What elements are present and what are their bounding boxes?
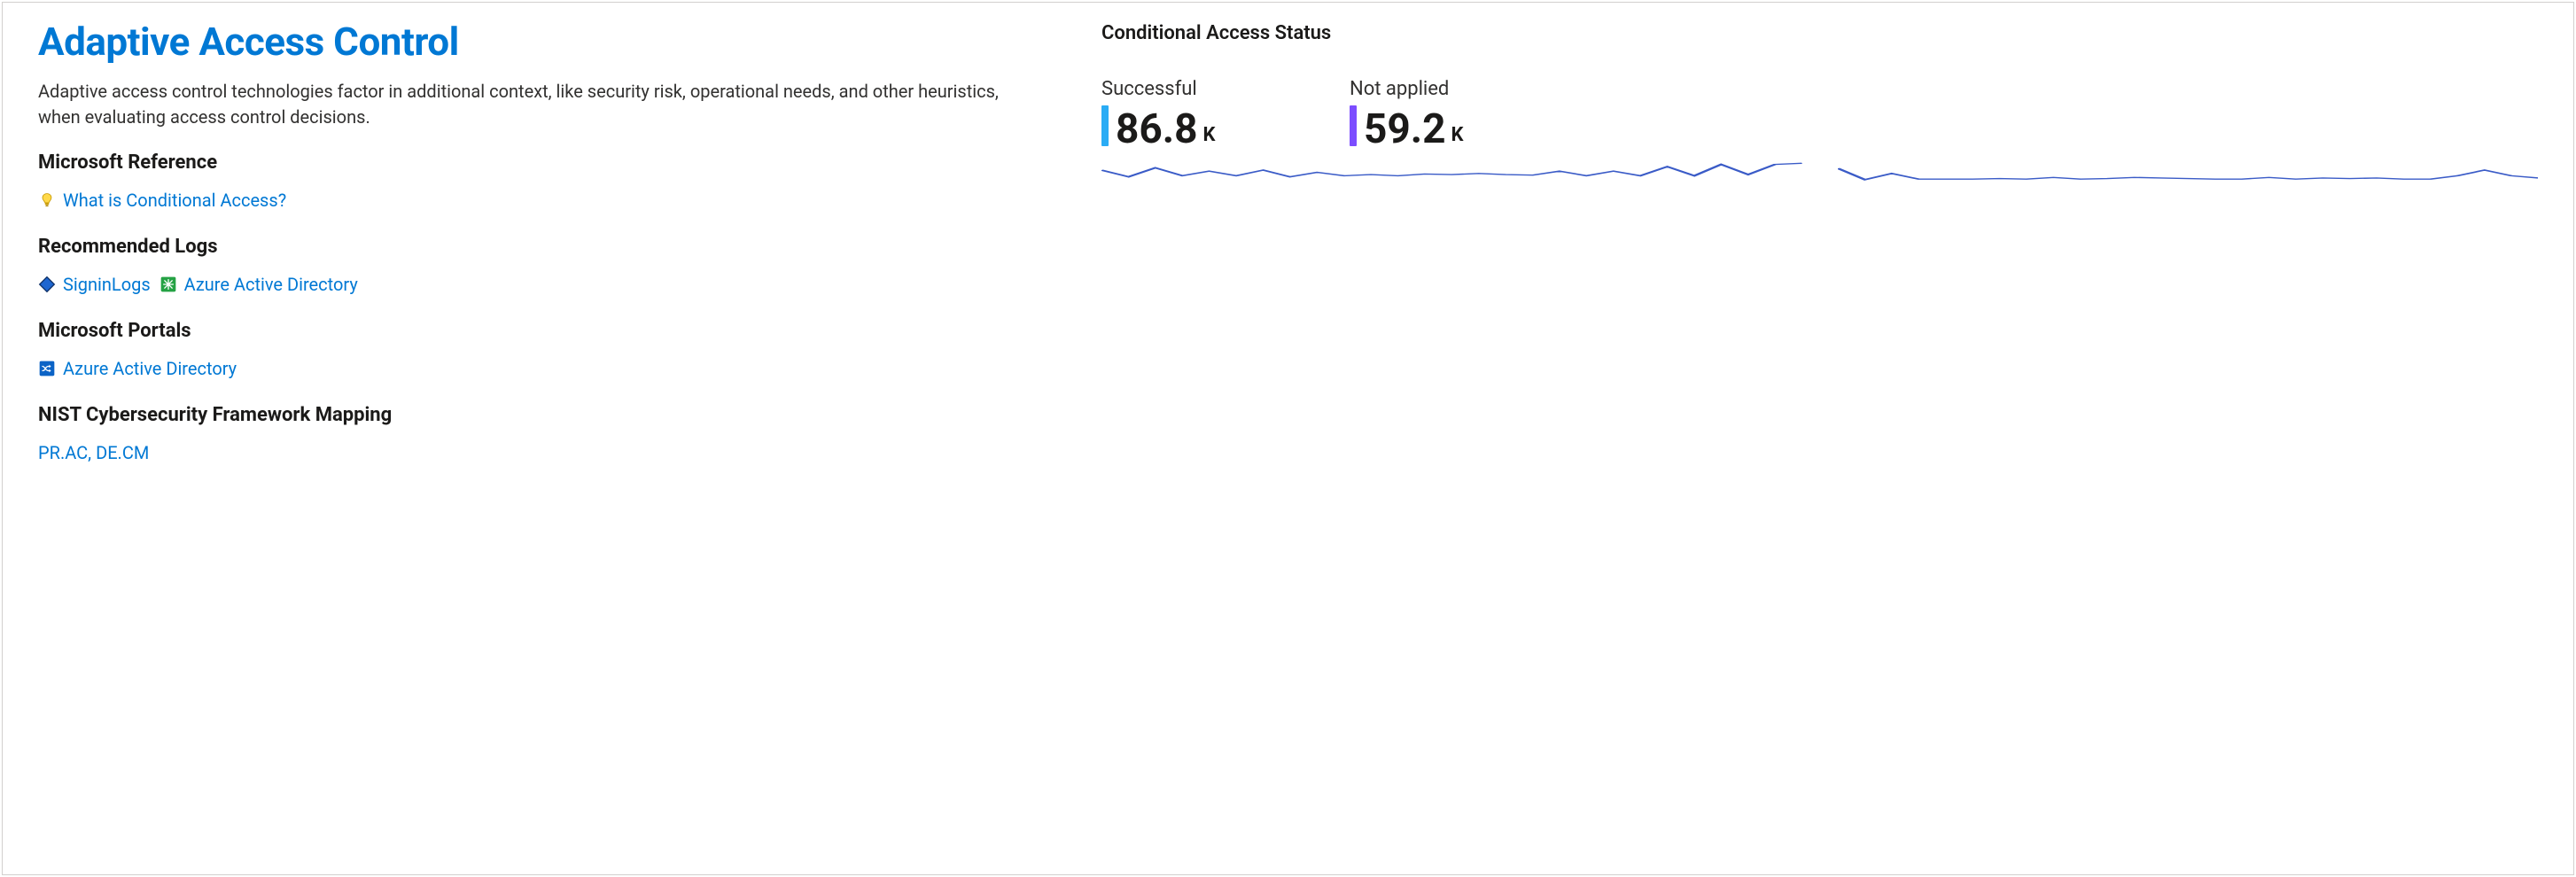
sparkline-row xyxy=(1101,159,2538,194)
section-heading-nist: NIST Cybersecurity Framework Mapping xyxy=(38,404,1048,426)
link-signinlogs[interactable]: SigninLogs xyxy=(38,274,151,295)
kpi-notapplied-value-wrap: 59.2 K xyxy=(1350,105,1536,150)
card-container: Adaptive Access Control Adaptive access … xyxy=(2,2,2574,875)
kpi-row: Successful 86.8 K Not applied 59.2 K xyxy=(1101,78,2538,150)
link-aad-portal[interactable]: Azure Active Directory xyxy=(38,358,237,379)
kpi-successful-value-wrap: 86.8 K xyxy=(1101,105,1288,150)
kpi-notapplied: Not applied 59.2 K xyxy=(1350,78,1536,150)
kpi-notapplied-label: Not applied xyxy=(1350,78,1536,100)
nist-mapping: PR.AC, DE.CM xyxy=(38,442,1048,463)
sparkline-successful xyxy=(1101,159,1802,194)
lightbulb-icon xyxy=(38,191,56,209)
kpi-successful: Successful 86.8 K xyxy=(1101,78,1288,150)
page-title: Adaptive Access Control xyxy=(38,19,1048,65)
kpi-notapplied-accent xyxy=(1350,105,1357,146)
right-column: Conditional Access Status Successful 86.… xyxy=(1101,13,2538,846)
link-signinlogs-label[interactable]: SigninLogs xyxy=(63,274,151,295)
kpi-successful-label: Successful xyxy=(1101,78,1288,100)
kpi-notapplied-unit: K xyxy=(1451,124,1464,146)
link-aad-log[interactable]: Azure Active Directory xyxy=(160,274,358,295)
status-title: Conditional Access Status xyxy=(1101,22,2538,44)
kpi-successful-unit: K xyxy=(1203,124,1216,146)
reference-links: What is Conditional Access? xyxy=(38,190,1048,211)
kpi-successful-accent xyxy=(1101,105,1109,146)
sparkline-notapplied xyxy=(1838,159,2539,194)
section-heading-reference: Microsoft Reference xyxy=(38,151,1048,174)
portals-links: Azure Active Directory xyxy=(38,358,1048,379)
logs-links: SigninLogs Azure Active Directory xyxy=(38,274,1048,295)
link-conditional-access[interactable]: What is Conditional Access? xyxy=(38,190,286,211)
link-aad-portal-label[interactable]: Azure Active Directory xyxy=(63,358,237,379)
link-conditional-access-label[interactable]: What is Conditional Access? xyxy=(63,190,286,211)
kpi-notapplied-value: 59.2 xyxy=(1364,109,1446,150)
link-aad-log-label[interactable]: Azure Active Directory xyxy=(184,274,358,295)
kpi-successful-value: 86.8 xyxy=(1116,109,1198,150)
section-heading-portals: Microsoft Portals xyxy=(38,320,1048,342)
green-star-square-icon xyxy=(160,276,177,293)
left-column: Adaptive Access Control Adaptive access … xyxy=(38,13,1048,846)
section-heading-logs: Recommended Logs xyxy=(38,236,1048,258)
blue-diamond-icon xyxy=(38,276,56,293)
shuffle-square-icon xyxy=(38,360,56,377)
page-description: Adaptive access control technologies fac… xyxy=(38,79,1022,130)
